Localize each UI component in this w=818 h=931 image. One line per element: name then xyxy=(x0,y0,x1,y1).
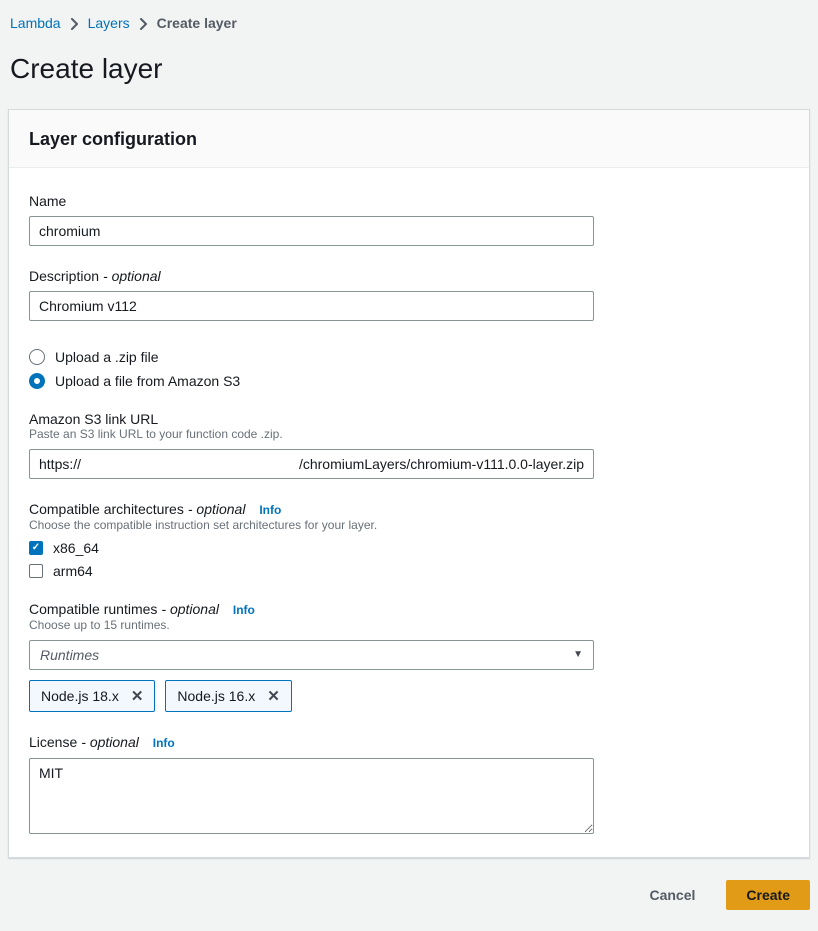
check-icon: ✓ xyxy=(32,543,40,553)
radio-selected-icon[interactable] xyxy=(29,373,45,389)
s3-url-field-group: Amazon S3 link URL Paste an S3 link URL … xyxy=(29,411,789,479)
checkbox-arm64-label: arm64 xyxy=(53,563,93,579)
cancel-button[interactable]: Cancel xyxy=(649,887,695,903)
name-label-text: Name xyxy=(29,193,66,209)
runtime-token-label: Node.js 18.x xyxy=(41,688,119,704)
runtimes-helper: Choose up to 15 runtimes. xyxy=(29,618,789,633)
runtimes-field-group: Compatible runtimes- optional Info Choos… xyxy=(29,601,789,712)
architectures-label: Compatible architectures- optional Info xyxy=(29,501,789,519)
layer-configuration-panel: Layer configuration Name Description- op… xyxy=(8,109,810,858)
name-field-group: Name xyxy=(29,193,789,246)
s3-url-helper: Paste an S3 link URL to your function co… xyxy=(29,427,789,442)
checkbox-arm64[interactable]: arm64 xyxy=(29,563,789,579)
page: Lambda Layers Create layer Create layer … xyxy=(0,0,818,910)
radio-upload-zip-label: Upload a .zip file xyxy=(55,349,159,365)
s3-url-prefix: https:// xyxy=(39,456,81,472)
description-optional-text: - optional xyxy=(103,268,161,284)
checkbox-unchecked-icon[interactable] xyxy=(29,564,43,578)
license-info-link[interactable]: Info xyxy=(153,736,175,750)
runtime-token-label: Node.js 16.x xyxy=(177,688,255,704)
license-label: License- optional Info xyxy=(29,734,789,752)
description-field-group: Description- optional xyxy=(29,268,789,321)
description-label-text: Description xyxy=(29,268,99,284)
radio-upload-s3[interactable]: Upload a file from Amazon S3 xyxy=(29,373,789,389)
panel-title: Layer configuration xyxy=(29,128,789,150)
license-textarea[interactable]: MIT xyxy=(29,758,594,834)
architectures-info-link[interactable]: Info xyxy=(259,503,281,517)
name-label: Name xyxy=(29,193,789,210)
caret-down-icon: ▼ xyxy=(573,650,583,660)
runtimes-info-link[interactable]: Info xyxy=(233,603,255,617)
runtimes-optional-text: - optional xyxy=(161,601,219,617)
breadcrumb: Lambda Layers Create layer xyxy=(8,0,810,33)
panel-body: Name Description- optional Upload a .zip… xyxy=(9,168,809,857)
architectures-helper: Choose the compatible instruction set ar… xyxy=(29,518,789,533)
close-icon[interactable]: ✕ xyxy=(131,689,144,704)
s3-url-label-text: Amazon S3 link URL xyxy=(29,411,158,427)
checkbox-x86-64-label: x86_64 xyxy=(53,540,99,556)
radio-icon[interactable] xyxy=(29,349,45,365)
page-title: Create layer xyxy=(8,49,810,89)
architectures-optional-text: - optional xyxy=(188,501,246,517)
description-label: Description- optional xyxy=(29,268,789,285)
checkbox-x86-64[interactable]: ✓ x86_64 xyxy=(29,540,789,556)
chevron-right-icon xyxy=(70,18,79,30)
name-input[interactable] xyxy=(29,216,594,246)
radio-upload-zip[interactable]: Upload a .zip file xyxy=(29,349,789,365)
breadcrumb-link-layers[interactable]: Layers xyxy=(88,13,130,33)
description-input[interactable] xyxy=(29,291,594,321)
s3-url-input[interactable]: https:// /chromiumLayers/chromium-v111.0… xyxy=(29,449,594,479)
runtimes-label: Compatible runtimes- optional Info xyxy=(29,601,789,619)
runtimes-label-text: Compatible runtimes xyxy=(29,601,157,617)
upload-method-radio-group: Upload a .zip file Upload a file from Am… xyxy=(29,349,789,389)
checkbox-checked-icon[interactable]: ✓ xyxy=(29,541,43,555)
s3-url-label: Amazon S3 link URL xyxy=(29,411,789,428)
radio-upload-s3-label: Upload a file from Amazon S3 xyxy=(55,373,240,389)
breadcrumb-current: Create layer xyxy=(157,13,237,33)
license-optional-text: - optional xyxy=(81,734,139,750)
chevron-right-icon xyxy=(139,18,148,30)
runtimes-select[interactable]: Runtimes ▼ xyxy=(29,640,594,670)
runtime-tokens: Node.js 18.x ✕ Node.js 16.x ✕ xyxy=(29,680,789,712)
runtimes-select-placeholder: Runtimes xyxy=(40,647,99,663)
architectures-label-text: Compatible architectures xyxy=(29,501,184,517)
breadcrumb-link-lambda[interactable]: Lambda xyxy=(10,13,61,33)
s3-url-suffix: /chromiumLayers/chromium-v111.0.0-layer.… xyxy=(299,456,584,472)
license-field-group: License- optional Info MIT xyxy=(29,734,789,834)
runtime-token-nodejs18: Node.js 18.x ✕ xyxy=(29,680,155,712)
license-label-text: License xyxy=(29,734,77,750)
footer-actions: Cancel Create xyxy=(8,880,810,910)
architectures-field-group: Compatible architectures- optional Info … xyxy=(29,501,789,579)
close-icon[interactable]: ✕ xyxy=(267,689,280,704)
panel-header: Layer configuration xyxy=(9,110,809,168)
runtime-token-nodejs16: Node.js 16.x ✕ xyxy=(165,680,291,712)
create-button[interactable]: Create xyxy=(726,880,810,910)
